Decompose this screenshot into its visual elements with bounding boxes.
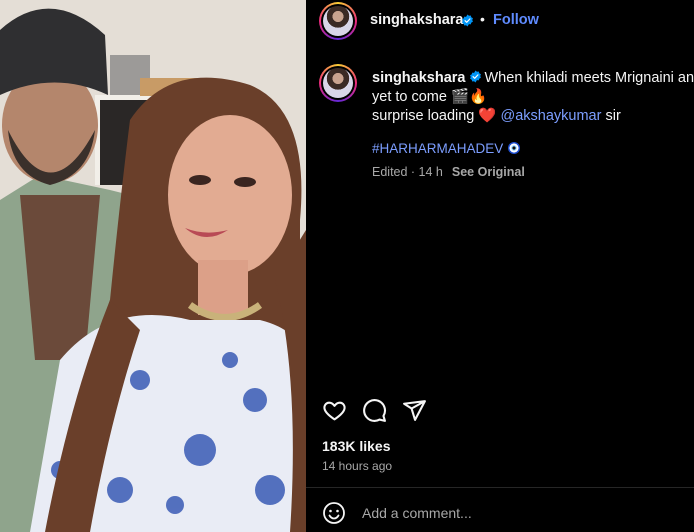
author-username[interactable]: singhakshara (370, 12, 464, 28)
mention-link[interactable]: @akshaykumar (500, 108, 601, 124)
caption-text-line3-suffix: sir (605, 108, 621, 124)
smiley-icon[interactable] (322, 501, 346, 525)
caption-text-line2: yet to come 🎬🔥 (372, 89, 488, 105)
send-icon[interactable] (402, 398, 427, 423)
caption-author-avatar[interactable] (319, 64, 357, 102)
post-meta: Edited · 14 h See Original (372, 165, 525, 179)
verified-badge-icon (469, 70, 481, 83)
post-details-panel: singhakshara • Follow singhakshara When … (306, 0, 694, 532)
comment-icon[interactable] (362, 398, 387, 423)
post-header: singhakshara • Follow (306, 0, 694, 42)
caption-username[interactable]: singhakshara (372, 70, 466, 86)
post-photo-illustration (0, 0, 306, 532)
heart-icon[interactable] (322, 398, 347, 423)
divider (306, 487, 694, 488)
comment-input[interactable] (362, 503, 682, 523)
see-original-button[interactable]: See Original (452, 165, 525, 179)
post-caption: singhakshara When khiladi meets Mrignain… (372, 69, 694, 126)
nazar-amulet-icon (508, 142, 521, 154)
author-avatar[interactable] (319, 2, 357, 40)
follow-button[interactable]: Follow (493, 12, 539, 28)
caption-text-line1: When khiladi meets Mrignaini and (484, 70, 694, 86)
verified-badge-icon (462, 14, 473, 27)
caption-text-line3-prefix: surprise loading ❤️ (372, 108, 497, 124)
separator-dot: • (480, 11, 485, 27)
likes-count[interactable]: 183K likes (322, 438, 391, 454)
post-photo[interactable] (0, 0, 306, 532)
hashtag-link[interactable]: #HARHARMAHADEV (372, 141, 503, 156)
edited-timestamp: Edited · 14 h (372, 165, 443, 179)
post-time-ago: 14 hours ago (322, 459, 393, 473)
